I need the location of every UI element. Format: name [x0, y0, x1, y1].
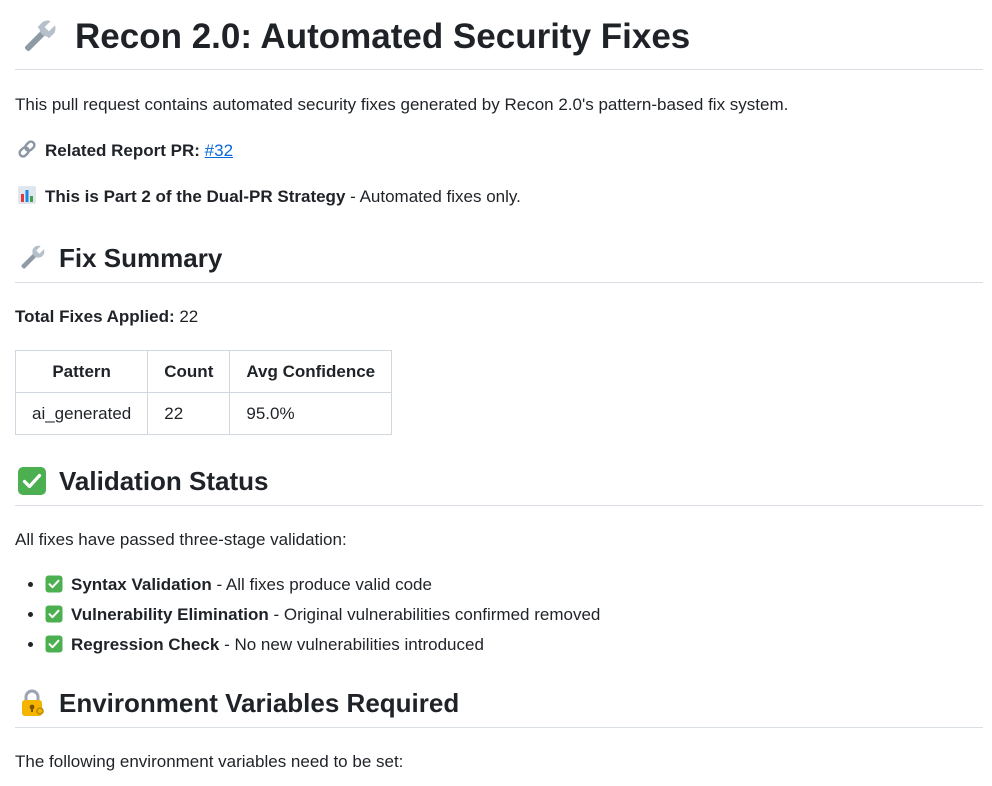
- bar-chart-icon: [17, 185, 39, 205]
- check-mark-button-icon: [45, 635, 63, 653]
- link-icon: [17, 139, 39, 159]
- table-cell-count: 22: [147, 392, 231, 435]
- validation-list: Syntax Validation - All fixes produce va…: [15, 570, 983, 660]
- related-report-line: Related Report PR: #32: [15, 138, 983, 164]
- total-fixes-value: 22: [174, 307, 199, 326]
- fix-summary-table: Pattern Count Avg Confidence ai_generate…: [14, 350, 393, 435]
- list-item-desc: - All fixes produce valid code: [211, 575, 432, 594]
- wrench-icon: [17, 243, 47, 273]
- wrench-icon: [19, 17, 59, 57]
- validation-heading-text: Validation Status: [59, 466, 269, 496]
- environment-intro: The following environment variables need…: [15, 752, 404, 771]
- markdown-body: Recon 2.0: Automated Security Fixes This…: [0, 0, 992, 775]
- list-item-title: Syntax Validation: [71, 575, 212, 594]
- check-mark-button-icon: [17, 466, 47, 496]
- table-header-count: Count: [147, 350, 231, 393]
- intro-paragraph: This pull request contains automated sec…: [15, 95, 789, 114]
- table-cell-avg-confidence: 95.0%: [229, 392, 393, 435]
- related-report-link[interactable]: #32: [205, 141, 233, 160]
- page-title-text: Recon 2.0: Automated Security Fixes: [75, 17, 691, 56]
- list-item-desc: - No new vulnerabilities introduced: [219, 635, 484, 654]
- table-header-avg-confidence: Avg Confidence: [229, 350, 393, 393]
- table-header-pattern: Pattern: [14, 350, 149, 393]
- list-item-desc: - Original vulnerabilities confirmed rem…: [268, 605, 601, 624]
- check-mark-button-icon: [45, 605, 63, 623]
- check-mark-button-icon: [45, 575, 63, 593]
- environment-heading-text: Environment Variables Required: [59, 688, 460, 718]
- strategy-rest: - Automated fixes only.: [345, 187, 521, 206]
- fix-summary-heading-text: Fix Summary: [59, 243, 223, 273]
- total-fixes-label: Total Fixes Applied:: [15, 307, 175, 326]
- table-cell-pattern: ai_generated: [14, 392, 149, 435]
- related-report-label: Related Report PR:: [45, 141, 200, 160]
- list-item: Vulnerability Elimination - Original vul…: [45, 600, 983, 630]
- strategy-bold: This is Part 2 of the Dual-PR Strategy: [45, 187, 346, 206]
- validation-heading: Validation Status: [15, 463, 983, 506]
- table-header-row: Pattern Count Avg Confidence: [14, 350, 393, 393]
- list-item-title: Regression Check: [71, 635, 220, 654]
- table-row: ai_generated 22 95.0%: [14, 392, 393, 435]
- list-item-title: Vulnerability Elimination: [71, 605, 269, 624]
- list-item: Regression Check - No new vulnerabilitie…: [45, 630, 983, 660]
- list-item: Syntax Validation - All fixes produce va…: [45, 570, 983, 600]
- validation-intro: All fixes have passed three-stage valida…: [15, 530, 347, 549]
- total-fixes-line: Total Fixes Applied: 22: [15, 304, 983, 330]
- page-title: Recon 2.0: Automated Security Fixes: [15, 0, 983, 70]
- strategy-line: This is Part 2 of the Dual-PR Strategy -…: [15, 184, 983, 210]
- fix-summary-heading: Fix Summary: [15, 240, 983, 283]
- locked-with-key-icon: [17, 688, 47, 718]
- environment-heading: Environment Variables Required: [15, 685, 983, 728]
